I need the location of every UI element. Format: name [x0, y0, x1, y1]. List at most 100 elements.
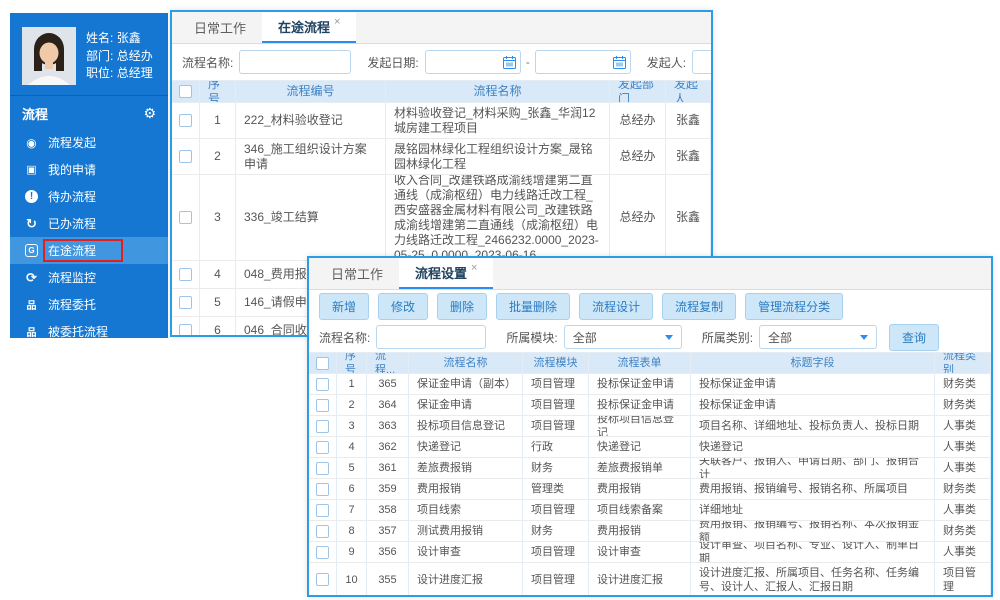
- sidebar-item-document-1[interactable]: ▣我的申请: [10, 156, 168, 183]
- row-checkbox[interactable]: [179, 324, 192, 337]
- column-header: 流程类别: [935, 353, 991, 374]
- row-checkbox[interactable]: [316, 399, 329, 412]
- initiator-input[interactable]: [692, 50, 713, 74]
- select-all-checkbox[interactable]: [316, 357, 329, 370]
- row-checkbox[interactable]: [316, 462, 329, 475]
- module-select[interactable]: 全部: [564, 325, 682, 349]
- process-name-input[interactable]: [239, 50, 351, 74]
- broadcast-icon: ◉: [24, 135, 39, 150]
- cell-text: 项目线索备案: [597, 503, 682, 517]
- row-checkbox[interactable]: [316, 504, 329, 517]
- tab-daily-work[interactable]: 日常工作: [315, 258, 399, 289]
- toolbar-button-5[interactable]: 流程复制: [662, 293, 736, 320]
- row-checkbox[interactable]: [316, 483, 329, 496]
- cell-text: 费用报销: [597, 482, 682, 496]
- cell-no: 10: [337, 563, 367, 597]
- cell-text: 财务类: [943, 398, 982, 412]
- cell-text: 设计审查: [597, 545, 682, 559]
- close-icon[interactable]: ×: [334, 16, 340, 28]
- cell-dept: 总经办: [610, 103, 666, 139]
- toolbar-button-3[interactable]: 批量删除: [496, 293, 570, 320]
- row-checkbox[interactable]: [179, 296, 192, 309]
- cell-text: 保证金申请（副本）: [417, 377, 514, 391]
- row-checkbox[interactable]: [316, 420, 329, 433]
- cell-category: 项目管理: [935, 563, 991, 597]
- cell-category: 财务类: [935, 479, 991, 500]
- row-checkbox-cell: [309, 563, 337, 597]
- sidebar-item-exclamation-2[interactable]: !待办流程: [10, 183, 168, 210]
- cell-no: 5: [200, 289, 236, 317]
- sidebar-item-label: 流程委托: [48, 296, 96, 313]
- gear-icon[interactable]: ⚙: [143, 105, 156, 122]
- row-checkbox[interactable]: [179, 211, 192, 224]
- row-checkbox[interactable]: [179, 114, 192, 127]
- column-header: 发起人: [666, 81, 711, 103]
- date-separator: -: [526, 55, 530, 69]
- cell-text: 4: [208, 267, 227, 282]
- tab-process-settings[interactable]: 流程设置 ×: [399, 258, 493, 289]
- cell-text: 张鑫: [674, 149, 702, 164]
- sidebar-item-in-progress-4[interactable]: G在途流程: [10, 237, 168, 264]
- cell-text: 投标项目信息登记: [417, 419, 514, 433]
- cell-name: 晟铭园林绿化工程组织设计方案_晟铭园林绿化工程: [386, 139, 610, 175]
- cell-form: 投标项目信息登记: [589, 416, 691, 437]
- tab-in-transit-processes[interactable]: 在途流程 ×: [262, 12, 356, 43]
- row-checkbox[interactable]: [179, 268, 192, 281]
- cell-code: 222_材料验收登记: [236, 103, 386, 139]
- cell-form: 设计审查: [589, 542, 691, 563]
- cell-text: 6: [208, 323, 227, 337]
- cell-text: 3: [208, 210, 227, 225]
- cell-text: 365: [375, 377, 400, 391]
- sidebar-item-sitemap-7[interactable]: 品被委托流程: [10, 318, 168, 345]
- sidebar-item-redo-3[interactable]: ↻已办流程: [10, 210, 168, 237]
- cell-text: 1: [345, 377, 358, 391]
- cell-module: 财务: [523, 521, 589, 542]
- process-name-input[interactable]: [376, 325, 486, 349]
- row-checkbox[interactable]: [316, 441, 329, 454]
- row-checkbox[interactable]: [316, 378, 329, 391]
- date-from-input[interactable]: [425, 50, 521, 74]
- close-icon[interactable]: ×: [471, 262, 477, 274]
- cell-form: 快递登记: [589, 437, 691, 458]
- row-checkbox[interactable]: [316, 546, 329, 559]
- sidebar-item-broadcast-0[interactable]: ◉流程发起: [10, 129, 168, 156]
- toolbar-button-0[interactable]: 新增: [319, 293, 369, 320]
- table-row: 8357测试费用报销财务费用报销费用报销、报销编号、报销名称、本次报销金额财务类: [309, 521, 991, 542]
- toolbar-button-4[interactable]: 流程设计: [579, 293, 653, 320]
- row-checkbox-cell: [309, 500, 337, 521]
- category-label: 所属类别:: [702, 329, 753, 346]
- tab-daily-work[interactable]: 日常工作: [178, 12, 262, 43]
- row-checkbox[interactable]: [316, 573, 329, 586]
- toolbar-button-1[interactable]: 修改: [378, 293, 428, 320]
- tab-bar: 日常工作 在途流程 ×: [172, 12, 711, 44]
- sidebar-item-sitemap-6[interactable]: 品流程委托: [10, 291, 168, 318]
- search-button[interactable]: 查询: [889, 324, 939, 351]
- cell-title: 关联客户、报销人、申请日期、部门、报销合计: [691, 458, 935, 479]
- column-header: 流程表单: [589, 353, 691, 374]
- cell-name: 设计审查: [409, 542, 523, 563]
- toolbar-button-2[interactable]: 删除: [437, 293, 487, 320]
- select-all-checkbox[interactable]: [179, 85, 192, 98]
- column-header: 流程模块: [523, 353, 589, 374]
- cell-text: 1: [208, 113, 227, 128]
- profile-dept-value: 总经办: [117, 49, 153, 63]
- date-to-input[interactable]: [535, 50, 631, 74]
- category-select[interactable]: 全部: [759, 325, 877, 349]
- cell-code: 364: [367, 395, 409, 416]
- cell-dept: 总经办: [610, 139, 666, 175]
- toolbar-button-6[interactable]: 管理流程分类: [745, 293, 843, 320]
- tab-label: 在途流程: [278, 17, 330, 36]
- table-row: 10355设计进度汇报项目管理设计进度汇报设计进度汇报、所属项目、任务名称、任务…: [309, 563, 991, 597]
- cell-category: 财务类: [935, 395, 991, 416]
- row-checkbox[interactable]: [179, 150, 192, 163]
- row-checkbox[interactable]: [316, 525, 329, 538]
- cell-name: 保证金申请（副本）: [409, 374, 523, 395]
- column-header: 流程...: [367, 353, 409, 374]
- row-checkbox-cell: [309, 437, 337, 458]
- cell-title: 投标保证金申请: [691, 374, 935, 395]
- table-header-row: 序号流程编号流程名称发起部门发起人: [172, 81, 711, 103]
- cell-text: 人事类: [943, 503, 982, 517]
- column-header: 流程名称: [386, 81, 610, 103]
- sidebar-item-monitor-5[interactable]: ⟳流程监控: [10, 264, 168, 291]
- cell-text: 差旅费报销: [417, 461, 514, 475]
